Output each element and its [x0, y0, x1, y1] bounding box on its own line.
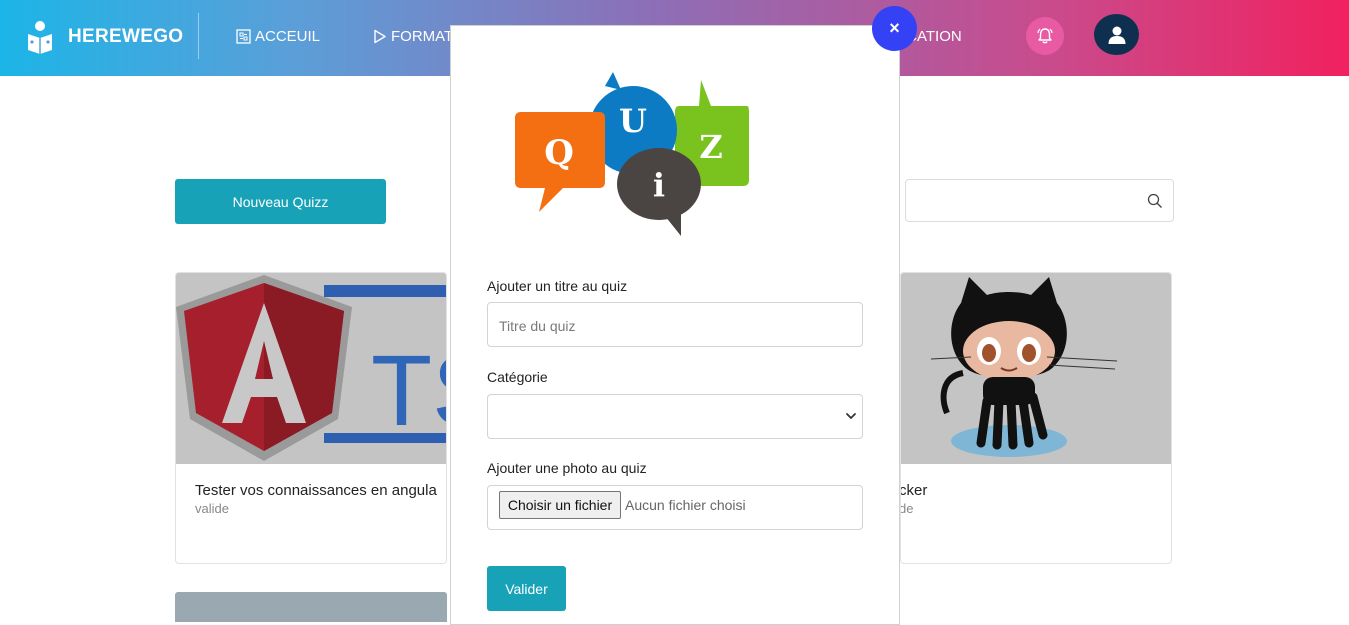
quiz-card[interactable]: cker de [900, 272, 1172, 564]
nav-accueil[interactable]: ACCEUIL [236, 28, 320, 45]
user-icon [1108, 26, 1125, 44]
new-quiz-modal: Q U Z i Ajouter un titre au quiz Titre d… [450, 25, 900, 625]
close-icon: × [889, 18, 900, 38]
quiz-title-placeholder: Titre du quiz [499, 318, 576, 334]
close-modal-button[interactable]: × [872, 6, 917, 51]
title-label: Ajouter un titre au quiz [487, 278, 628, 294]
svg-text:TS: TS [371, 335, 446, 447]
quiz-card[interactable]: TS Tester vos connaissances en angula va… [175, 272, 447, 564]
card-status: valide [195, 501, 229, 516]
grid-icon [236, 29, 251, 44]
nav-formations-label: FORMAT [391, 28, 454, 45]
logo-letter-i: i [653, 166, 665, 204]
nav-formations[interactable]: FORMAT [373, 28, 453, 45]
chevron-down-icon [846, 413, 856, 419]
quiz-card-partial[interactable] [175, 592, 447, 622]
category-label: Catégorie [487, 369, 548, 385]
category-select[interactable] [487, 394, 863, 439]
card-status: de [900, 501, 914, 516]
github-octocat-image [901, 273, 1171, 464]
photo-file-input[interactable]: Choisir un fichier Aucun fichier choisi [487, 485, 863, 530]
notifications-button[interactable] [1026, 17, 1064, 55]
submit-button[interactable]: Valider [487, 566, 566, 611]
logo-letter-z: Z [699, 128, 722, 166]
brand-name: HEREWEGO [68, 26, 184, 47]
no-file-chosen-text: Aucun fichier choisi [625, 497, 746, 513]
search-input[interactable] [905, 179, 1174, 222]
card-title: Tester vos connaissances en angula [195, 482, 437, 499]
logo-letter-q: Q [544, 133, 574, 173]
card-title: cker [900, 482, 928, 499]
angular-typescript-image: TS [176, 273, 446, 464]
nav-accueil-label: ACCEUIL [255, 28, 321, 45]
brand[interactable]: HEREWEGO [26, 14, 183, 60]
new-quiz-button[interactable]: Nouveau Quizz [175, 179, 386, 224]
photo-label: Ajouter une photo au quiz [487, 460, 647, 476]
logo-letter-u: U [619, 102, 647, 140]
play-icon [374, 29, 386, 44]
reader-logo-icon [28, 21, 52, 54]
quiz-title-input[interactable]: Titre du quiz [487, 302, 863, 347]
nav-divider [198, 13, 199, 59]
choose-file-button[interactable]: Choisir un fichier [499, 491, 621, 519]
search-icon [1147, 193, 1162, 208]
bell-icon [1037, 28, 1053, 44]
quiz-logo-image: Q U Z i [515, 72, 749, 236]
user-menu-button[interactable] [1094, 14, 1139, 55]
